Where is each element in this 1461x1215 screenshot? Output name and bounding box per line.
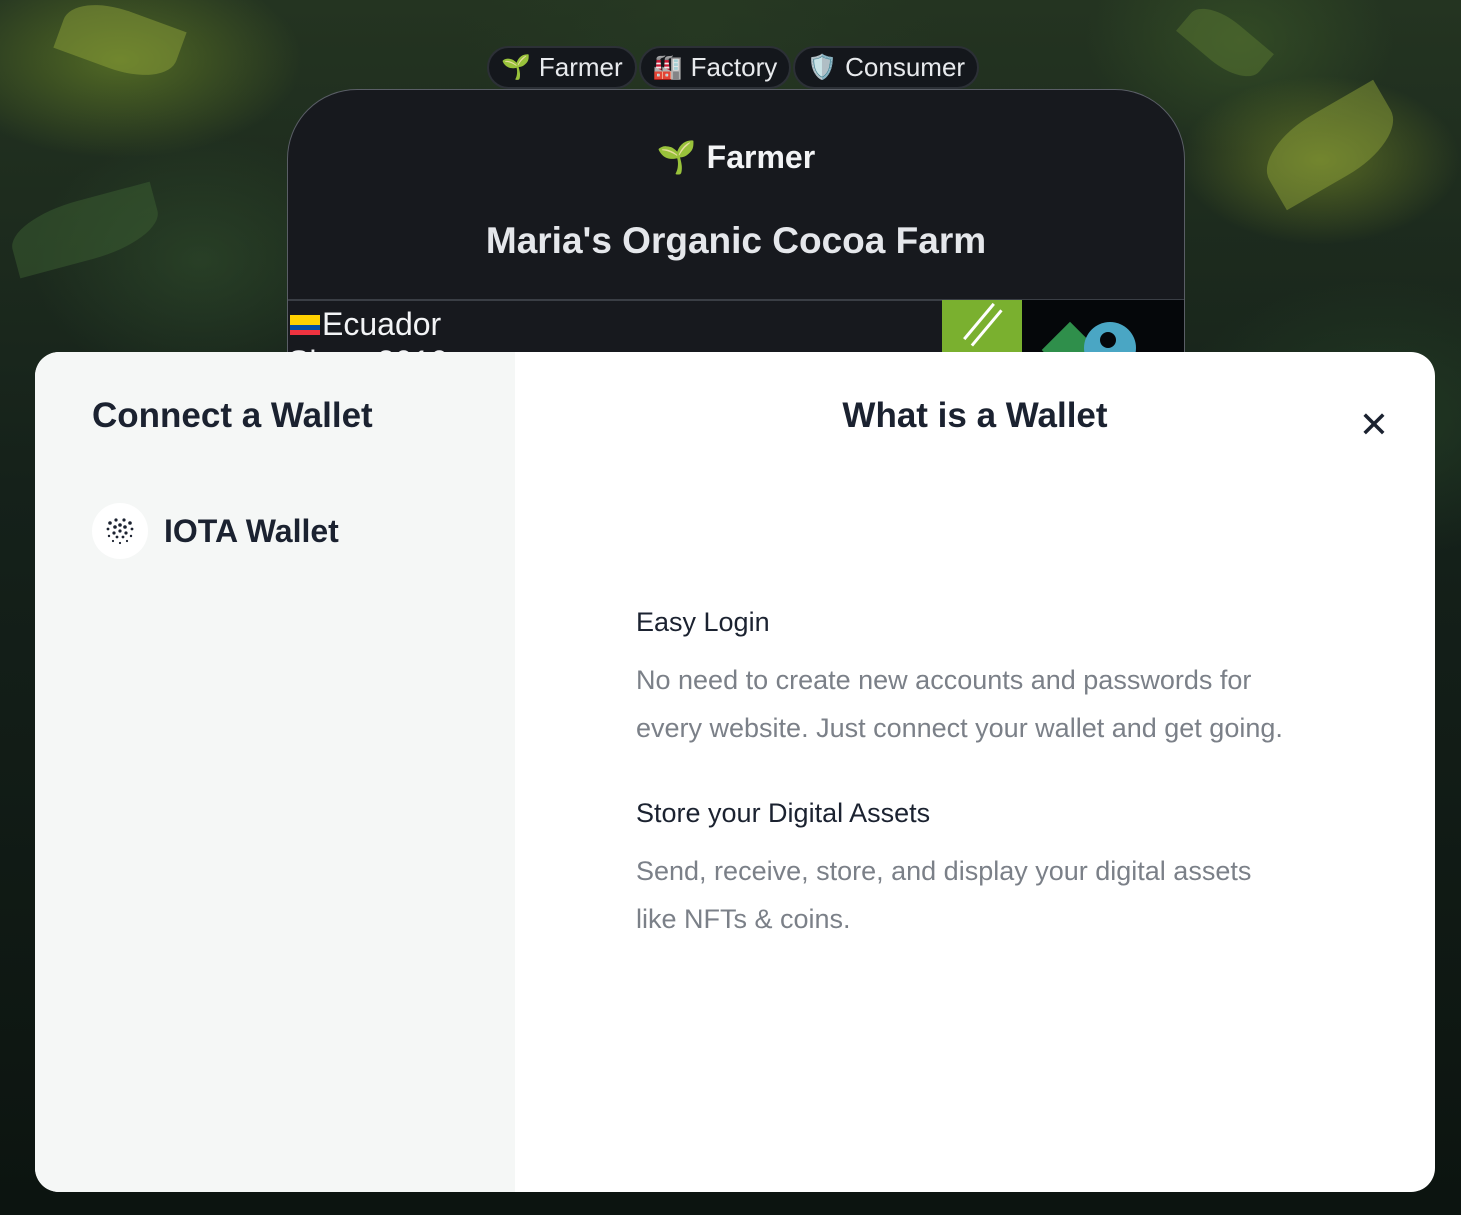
factory-icon: 🏭 [652,53,683,81]
seedling-icon: 🌱 [656,139,697,175]
close-icon: ✕ [1358,404,1390,445]
seedling-icon: 🌱 [501,53,531,81]
wallet-option-iota[interactable]: IOTA Wallet [92,503,458,559]
wallet-info-list: Easy Login No need to create new account… [636,607,1296,989]
connect-wallet-modal: Connect a Wallet IOTA Wallet What is a W… [35,352,1435,1192]
info-description: Send, receive, store, and display your d… [636,856,1252,934]
wallet-info-panel: What is a Wallet ✕ Easy Login No need to… [515,352,1435,1192]
tab-label: Consumer [845,52,966,82]
farm-title: Maria's Organic Cocoa Farm [485,220,987,261]
role-tabs: 🌱 Farmer 🏭 Factory 🛡️ Consumer [487,46,980,89]
card-role-heading: 🌱 Farmer [288,138,1184,176]
what-is-wallet-title: What is a Wallet [842,396,1108,435]
info-title: Easy Login [636,607,770,637]
tab-label: Factory [690,52,778,82]
iota-logo-icon [92,503,148,559]
info-description: No need to create new accounts and passw… [636,665,1283,743]
tab-farmer[interactable]: 🌱 Farmer [487,46,637,89]
close-button[interactable]: ✕ [1358,404,1390,445]
info-item: Store your Digital Assets Send, receive,… [636,798,1296,943]
connect-wallet-title: Connect a Wallet [92,396,373,435]
tab-label: Farmer [538,52,623,82]
shield-icon: 🛡️ [807,53,838,81]
wallet-list-panel: Connect a Wallet IOTA Wallet [35,352,515,1192]
country-label: Ecuador [322,306,442,342]
info-title: Store your Digital Assets [636,798,931,828]
tab-factory[interactable]: 🏭 Factory [638,46,792,89]
tab-consumer[interactable]: 🛡️ Consumer [793,46,980,89]
info-item: Easy Login No need to create new account… [636,607,1296,752]
wallet-name: IOTA Wallet [164,512,339,549]
card-role-label: Farmer [706,138,816,175]
ecuador-flag-icon [290,314,320,335]
farm-country: Ecuador [290,306,441,343]
